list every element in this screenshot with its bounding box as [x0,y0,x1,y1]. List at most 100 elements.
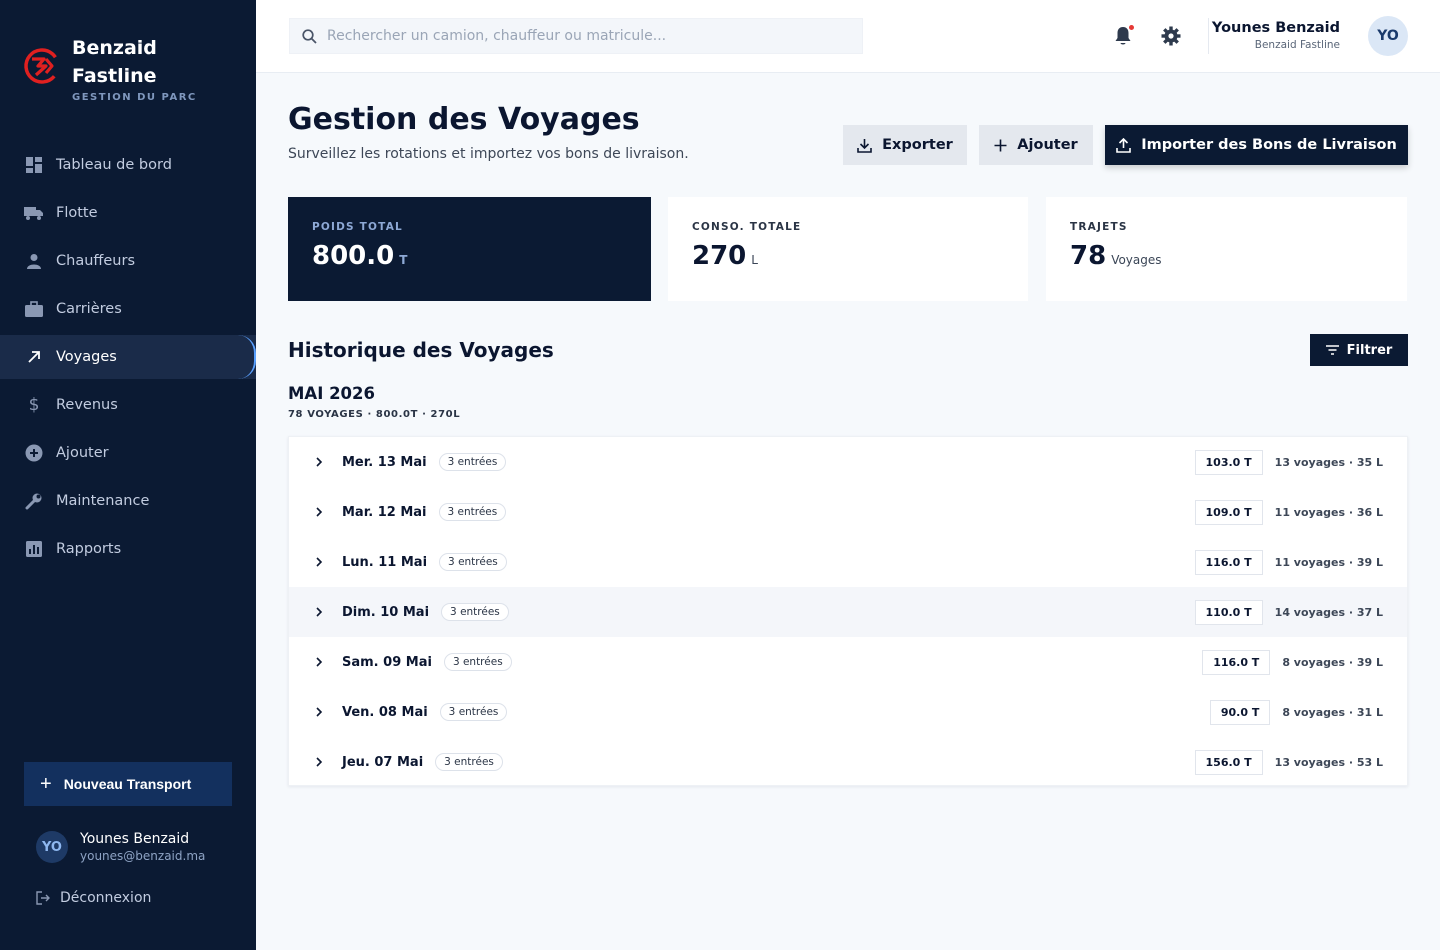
sidebar-item-ajouter[interactable]: Ajouter [0,429,256,477]
wrench-icon [24,491,44,511]
stat-label: CONSO. TOTALE [692,221,802,233]
day-date: Mar. 12 Mai [342,504,427,520]
stat-card-total-weight: POIDS TOTAL 800.0 T [288,197,651,301]
sidebar-item-label: Tableau de bord [56,157,172,173]
entries-badge: 3 entrées [439,553,507,571]
sidebar-item-revenus[interactable]: $ Revenus [0,381,256,429]
sidebar-item-label: Maintenance [56,493,150,509]
page-subtitle: Surveillez les rotations et importez vos… [288,146,689,162]
filter-button[interactable]: Filtrer [1310,334,1408,366]
sidebar-item-rapports[interactable]: Rapports [0,525,256,573]
add-button[interactable]: Ajouter [979,125,1093,165]
day-summary: 8 voyages · 31 L [1282,705,1383,719]
day-date: Dim. 10 Mai [342,604,430,620]
day-date: Lun. 11 Mai [342,554,428,570]
upload-icon [1116,137,1131,153]
day-date: Jeu. 07 Mai [342,754,424,770]
add-circle-icon [24,443,44,463]
topbar: Younes Benzaid Benzaid Fastline YO [256,0,1440,73]
brand-name-line2: Fastline [72,65,157,87]
entries-badge: 3 entrées [438,503,507,521]
weight-badge: 110.0 T [1194,599,1263,625]
plus-icon [994,139,1007,152]
trips-day-list: Mer. 13 Mai 3 entrées 103.0 T 13 voyages… [288,436,1408,786]
sidebar-item-chauffeurs[interactable]: Chauffeurs [0,237,256,285]
search-input[interactable] [327,28,847,44]
chevron-right-icon [315,557,329,567]
logout-button[interactable]: Déconnexion [36,890,151,906]
day-summary: 8 voyages · 39 L [1282,655,1383,669]
stat-value: 800.0 [312,241,395,271]
sidebar-item-maintenance[interactable]: Maintenance [0,477,256,525]
entries-badge: 3 entrées [435,753,503,771]
avatar[interactable]: YO [1368,16,1408,56]
stat-value: 78 [1070,241,1107,271]
stat-card-trips: TRAJETS 78 Voyages [1046,197,1407,301]
list-item[interactable]: Mar. 12 Mai 3 entrées 109.0 T 11 voyages… [289,487,1407,537]
topbar-divider [1208,18,1209,54]
topbar-user-company: Benzaid Fastline [1254,39,1340,51]
dollar-icon: $ [28,395,40,415]
list-item[interactable]: Lun. 11 Mai 3 entrées 116.0 T 11 voyages… [289,537,1407,587]
weight-badge: 116.0 T [1194,549,1263,575]
notifications-button[interactable] [1114,25,1134,50]
sidebar-item-label: Voyages [56,349,117,365]
export-button[interactable]: Exporter [843,125,967,165]
sidebar-user-name: Younes Benzaid [80,831,190,847]
list-item[interactable]: Sam. 09 Mai 3 entrées 116.0 T 8 voyages … [289,637,1407,687]
weight-badge: 109.0 T [1194,499,1263,525]
person-icon [24,251,44,271]
day-summary: 13 voyages · 35 L [1274,455,1383,469]
stat-unit: Voyages [1111,253,1162,267]
entries-badge: 3 entrées [439,703,508,721]
sidebar-item-label: Carrières [56,301,122,317]
export-label: Exporter [882,137,953,153]
sidebar-item-label: Revenus [56,397,118,413]
import-delivery-notes-button[interactable]: Importer des Bons de Livraison [1105,125,1408,165]
sidebar-item-voyages[interactable]: Voyages [0,335,256,379]
entries-badge: 3 entrées [438,453,507,471]
stat-label: POIDS TOTAL [312,221,403,233]
sidebar-item-label: Rapports [56,541,122,557]
sidebar-nav: Tableau de bord Flotte Chauffeurs Carriè… [0,141,256,573]
list-item[interactable]: Jeu. 07 Mai 3 entrées 156.0 T 13 voyages… [289,737,1407,787]
filter-icon [1325,345,1339,355]
briefcase-icon [24,299,44,319]
weight-badge: 90.0 T [1209,699,1271,725]
day-date: Mer. 13 Mai [342,454,427,470]
weight-badge: 103.0 T [1194,449,1263,475]
weight-badge: 116.0 T [1202,649,1271,675]
weight-badge: 156.0 T [1194,749,1263,775]
sidebar-user[interactable]: YO Younes Benzaid younes@benzaid.ma [36,831,205,863]
stat-label: TRAJETS [1070,221,1128,233]
chevron-right-icon [315,507,329,517]
sidebar: Benzaid Fastline GESTION DU PARC Tableau… [0,0,256,950]
topbar-user[interactable]: Younes Benzaid Benzaid Fastline [1212,20,1340,51]
sidebar-item-label: Flotte [56,205,98,221]
brand-subtitle: GESTION DU PARC [72,92,197,103]
brand[interactable]: Benzaid Fastline GESTION DU PARC [22,34,197,103]
sidebar-item-tableau-de-bord[interactable]: Tableau de bord [0,141,256,189]
chevron-right-icon [315,607,329,617]
stat-unit: L [751,253,758,267]
list-item[interactable]: Dim. 10 Mai 3 entrées 110.0 T 14 voyages… [289,587,1407,637]
dashboard-icon [24,155,44,175]
arrow-up-right-icon [24,347,44,367]
sidebar-user-email: younes@benzaid.ma [80,849,206,863]
month-title: MAI 2026 [288,384,375,403]
list-item[interactable]: Mer. 13 Mai 3 entrées 103.0 T 13 voyages… [289,437,1407,487]
day-summary: 14 voyages · 37 L [1274,605,1383,619]
truck-icon [24,203,44,223]
sidebar-item-carrieres[interactable]: Carrières [0,285,256,333]
brand-logo-icon [24,48,60,84]
bar-chart-icon [24,539,44,559]
list-item[interactable]: Ven. 08 Mai 3 entrées 90.0 T 8 voyages ·… [289,687,1407,737]
settings-button[interactable] [1161,26,1181,50]
sidebar-item-flotte[interactable]: Flotte [0,189,256,237]
logout-icon [36,891,50,905]
chevron-right-icon [315,457,329,467]
new-transport-button[interactable]: + Nouveau Transport [24,762,232,806]
sidebar-item-label: Chauffeurs [56,253,136,269]
history-title: Historique des Voyages [288,338,554,362]
gear-icon [1161,26,1181,46]
